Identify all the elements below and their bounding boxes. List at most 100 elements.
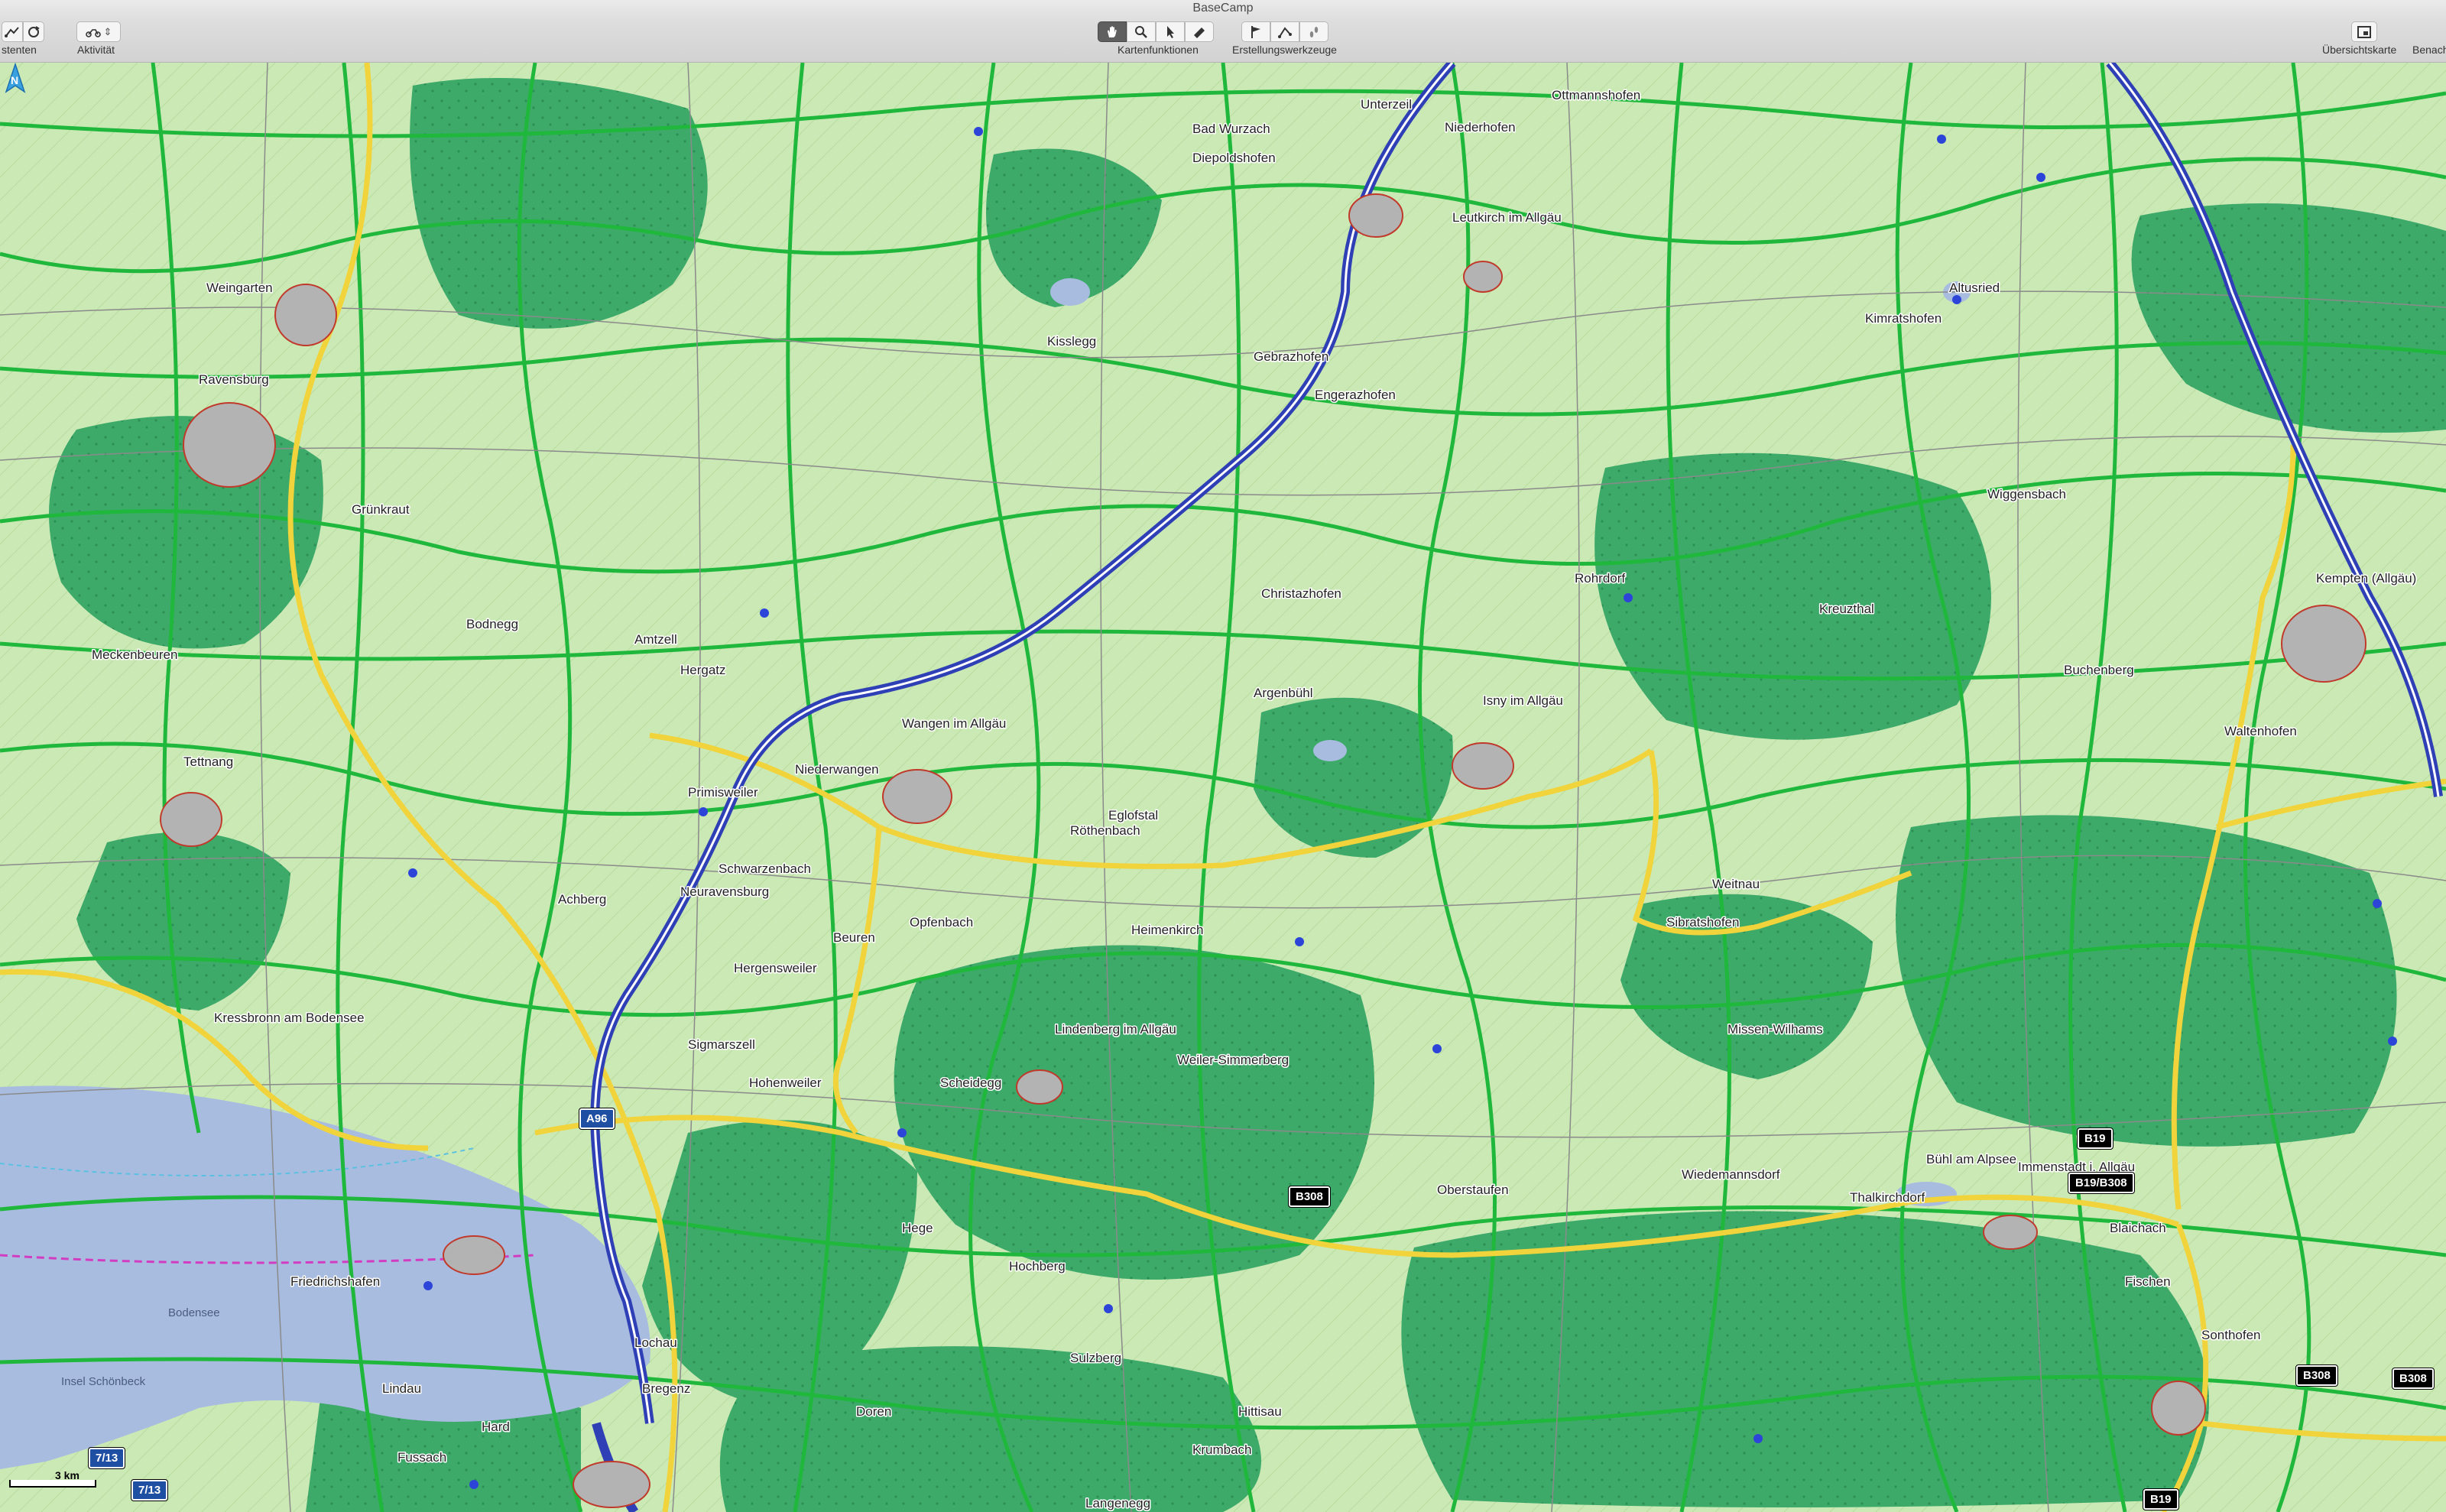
place-label: Gebrazhofen (1254, 349, 1328, 364)
place-label: Rohrdorf (1575, 571, 1625, 586)
measure-tool-button[interactable] (1185, 21, 1214, 42)
footprints-icon (1309, 26, 1319, 37)
place-label: Röthenbach (1070, 823, 1140, 838)
window-titlebar: BaseCamp (0, 0, 2446, 20)
place-label: Tettnang (183, 754, 233, 769)
place-label: Hohenweiler (749, 1076, 822, 1090)
place-label: Bregenz (642, 1381, 690, 1396)
place-label: Heimenkirch (1131, 923, 1203, 937)
map-functions-label: Kartenfunktionen (1118, 44, 1199, 56)
place-label: Amtzell (634, 632, 677, 647)
place-label: Primisweiler (688, 785, 758, 800)
map-canvas[interactable]: Ottmannshofen Leutkirch im Allgäu Kissle… (0, 63, 2446, 1512)
place-label: Beuren (833, 930, 875, 945)
waypoint-path-icon (5, 26, 19, 37)
place-label: Kisslegg (1047, 334, 1096, 349)
arrow-pointer-icon (1167, 25, 1174, 38)
place-label: Bad Wurzach (1192, 122, 1270, 136)
place-label: Kempten (Allgäu) (2316, 571, 2416, 586)
place-label: Hergatz (680, 663, 726, 677)
place-label: Unterzeil (1361, 97, 1412, 112)
select-tool-button[interactable] (1156, 21, 1185, 42)
activity-label: Aktivität (77, 44, 115, 56)
ruler-icon (1194, 27, 1205, 38)
place-label: Hochberg (1009, 1259, 1066, 1274)
place-label: Sonthofen (2201, 1328, 2261, 1342)
overview-map-button[interactable] (2351, 21, 2377, 42)
place-label: Engerazhofen (1315, 388, 1396, 402)
place-label: Weiler-Simmerberg (1177, 1053, 1289, 1067)
road-shield-b308: B308 (2295, 1364, 2338, 1387)
place-label: Lindau (382, 1381, 421, 1396)
lake-label: Bodensee (168, 1306, 220, 1319)
place-label: Blaichach (2110, 1221, 2166, 1235)
sync-icon (28, 25, 40, 37)
assistant-button[interactable] (2, 21, 23, 42)
place-label: Krumbach (1192, 1442, 1251, 1457)
place-label: Weingarten (206, 281, 273, 295)
small-lake (1050, 278, 1090, 306)
road-shield-b308: B308 (1288, 1186, 1331, 1208)
place-label: Niederhofen (1445, 120, 1516, 135)
hand-tool-button[interactable] (1098, 21, 1127, 42)
activity-group: ⇕ (76, 21, 121, 42)
place-label: Missen-Wilhams (1727, 1022, 1823, 1037)
route-tool-button[interactable] (1270, 21, 1299, 42)
place-label: Christazhofen (1261, 586, 1341, 601)
track-tool-button[interactable] (1299, 21, 1328, 42)
motorcycle-icon (85, 28, 101, 37)
chevron-updown-icon: ⇕ (103, 25, 112, 37)
scale-label: 3 km (55, 1469, 79, 1481)
place-label: Bodnegg (466, 617, 518, 631)
place-label: Diepoldshofen (1192, 151, 1276, 165)
road-shield-7-13: 7/13 (130, 1479, 169, 1501)
overview-map-icon (2357, 25, 2371, 38)
place-label: Sibratshofen (1666, 915, 1739, 930)
place-label: Neuravensburg (680, 884, 769, 899)
zoom-tool-button[interactable] (1127, 21, 1156, 42)
road-shield-7-13: 7/13 (87, 1447, 126, 1469)
place-label: Achberg (558, 892, 606, 907)
sync-button[interactable] (23, 21, 44, 42)
place-label: Buchenberg (2064, 663, 2134, 677)
place-label: Hittisau (1238, 1404, 1282, 1419)
place-label: Argenbühl (1254, 686, 1313, 700)
activity-select[interactable]: ⇕ (76, 21, 121, 42)
place-label: Leutkirch im Allgäu (1452, 210, 1562, 225)
place-label: Wiedemannsdorf (1682, 1167, 1780, 1182)
flag-icon (1251, 25, 1260, 38)
small-lake (1313, 740, 1347, 761)
place-label: Doren (856, 1404, 891, 1419)
hand-icon (1108, 25, 1117, 37)
road-shield-b19-b308: B19/B308 (2068, 1172, 2135, 1194)
assistants-label: stenten (2, 44, 37, 56)
place-label: Kreuzthal (1819, 602, 1874, 616)
scale-bar-graphic (9, 1480, 96, 1488)
place-label: Kressbronn am Bodensee (214, 1011, 365, 1025)
place-label: Hard (482, 1420, 510, 1434)
place-label: Oberstaufen (1437, 1183, 1509, 1197)
map-functions-group (1098, 21, 1214, 42)
place-label: Ravensburg (199, 372, 269, 387)
place-label: Lochau (634, 1335, 677, 1350)
place-label: Kimratshofen (1865, 311, 1942, 326)
route-icon (1278, 26, 1292, 38)
map-view[interactable]: Ottmannshofen Leutkirch im Allgäu Kissle… (0, 63, 2446, 1512)
road-shield-b308: B308 (2392, 1368, 2435, 1390)
place-label: Sulzberg (1070, 1351, 1121, 1365)
place-label: Isny im Allgäu (1483, 693, 1563, 708)
place-label: Sigmarszell (688, 1037, 755, 1052)
waypoint-tool-button[interactable] (1241, 21, 1270, 42)
assistant-group (2, 21, 44, 42)
place-label: Eglofstal (1108, 808, 1158, 823)
place-label: Hege (902, 1221, 933, 1235)
island-label: Insel Schönbeck (61, 1375, 146, 1388)
place-label: Opfenbach (910, 915, 973, 930)
notifications-label: Benach (2412, 44, 2446, 56)
toolbar: stenten ⇕ Aktivität Kartenfunktionen Ers… (0, 20, 2446, 63)
place-label: Schwarzenbach (719, 861, 811, 876)
place-label: Friedrichshafen (290, 1274, 380, 1289)
place-label: Lindenberg im Allgäu (1055, 1022, 1176, 1037)
road-shield-b19: B19 (2143, 1488, 2179, 1510)
place-label: Hergensweiler (734, 961, 817, 975)
